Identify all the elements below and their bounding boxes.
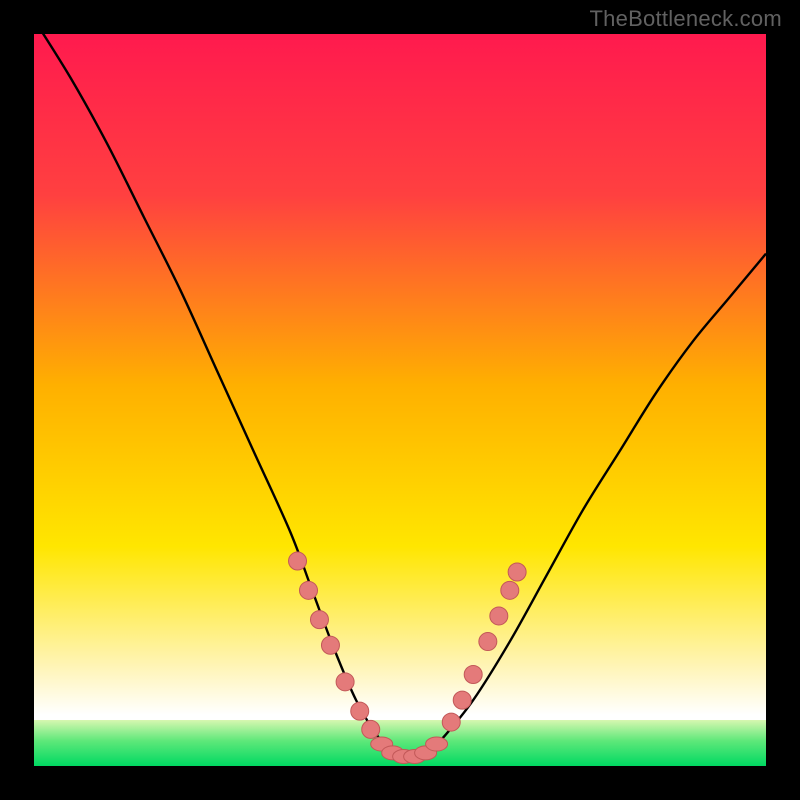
marker-right — [508, 563, 526, 581]
marker-left — [351, 702, 369, 720]
marker-left — [321, 636, 339, 654]
bottleneck-chart: TheBottleneck.com — [0, 0, 800, 800]
marker-right — [442, 713, 460, 731]
marker-left — [300, 581, 318, 599]
marker-right — [479, 633, 497, 651]
watermark-text: TheBottleneck.com — [589, 6, 782, 32]
marker-left — [336, 673, 354, 691]
chart-canvas — [0, 0, 800, 800]
marker-left — [289, 552, 307, 570]
marker-right — [464, 666, 482, 684]
marker-right — [490, 607, 508, 625]
marker-right — [501, 581, 519, 599]
plot-gradient-background — [34, 34, 766, 766]
marker-right — [453, 691, 471, 709]
marker-bottom — [426, 737, 448, 751]
marker-left — [362, 720, 380, 738]
marker-left — [310, 611, 328, 629]
